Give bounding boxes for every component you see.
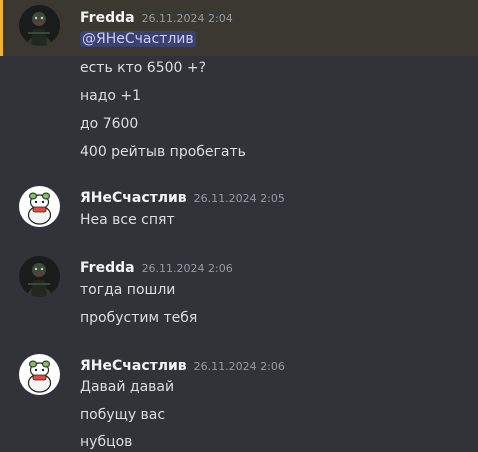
- chat-message: Fredda 26.11.2024 2:04 @ЯНеСчастлив: [0, 0, 478, 56]
- message-line: нубцов: [80, 434, 133, 450]
- timestamp[interactable]: 26.11.2024 2:04: [142, 12, 233, 25]
- timestamp[interactable]: 26.11.2024 2:06: [142, 262, 233, 275]
- message-line: Неа все спят: [80, 212, 175, 228]
- dark-character-avatar-icon[interactable]: [19, 256, 60, 297]
- message-header: Fredda 26.11.2024 2:04: [80, 7, 233, 27]
- timestamp[interactable]: 26.11.2024 2:06: [194, 360, 285, 373]
- message-line: побущу вас: [80, 407, 166, 423]
- timestamp[interactable]: 26.11.2024 2:05: [194, 192, 285, 205]
- chat-message-list: Fredda 26.11.2024 2:04 @ЯНеСчастлив есть …: [0, 0, 478, 452]
- user-mention[interactable]: @ЯНеСчастлив: [80, 31, 196, 47]
- message-line: Давай давай: [80, 379, 175, 395]
- message-header: ЯНеСчастлив 26.11.2024 2:05: [80, 187, 285, 207]
- username[interactable]: Fredda: [80, 260, 135, 276]
- mention-highlight-bar: [0, 0, 3, 56]
- username[interactable]: Fredda: [80, 10, 135, 26]
- username[interactable]: ЯНеСчастлив: [80, 358, 187, 374]
- cartoon-frog-avatar-icon[interactable]: [19, 186, 60, 227]
- message-line: @ЯНеСчастлив: [80, 28, 196, 50]
- message-line: пробустим тебя: [80, 310, 198, 326]
- message-line: есть кто 6500 +?: [80, 60, 207, 76]
- message-header: ЯНеСчастлив 26.11.2024 2:06: [80, 355, 285, 375]
- message-line: тогда пошли: [80, 282, 176, 298]
- message-line: до 7600: [80, 116, 139, 132]
- dark-character-avatar-icon[interactable]: [19, 5, 60, 46]
- cartoon-frog-avatar-icon[interactable]: [19, 354, 60, 395]
- message-line: 400 рейтыв пробегать: [80, 144, 246, 160]
- message-line: надо +1: [80, 88, 142, 104]
- message-header: Fredda 26.11.2024 2:06: [80, 257, 233, 277]
- username[interactable]: ЯНеСчастлив: [80, 190, 187, 206]
